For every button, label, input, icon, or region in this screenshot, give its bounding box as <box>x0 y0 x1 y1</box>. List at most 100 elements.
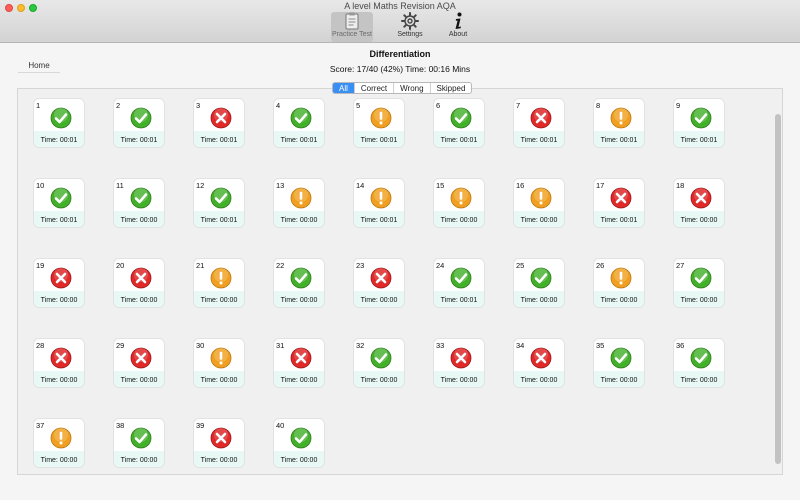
question-cell[interactable]: 40 Time: 00:00 <box>273 418 325 468</box>
question-cell[interactable]: 14 Time: 00:01 <box>353 178 405 228</box>
question-number: 30 <box>196 341 205 350</box>
question-number: 24 <box>436 261 445 270</box>
question-cell[interactable]: 17 Time: 00:01 <box>593 178 645 228</box>
question-number: 5 <box>356 101 361 110</box>
question-cell[interactable]: 8 Time: 00:01 <box>593 98 645 148</box>
question-cell[interactable]: 33 Time: 00:00 <box>433 338 485 388</box>
exclamation-icon <box>530 187 552 209</box>
question-cell[interactable]: 11 Time: 00:00 <box>113 178 165 228</box>
question-cell[interactable]: 30 Time: 00:00 <box>193 338 245 388</box>
question-time: Time: 00:01 <box>600 217 638 224</box>
question-cell[interactable]: 5 Time: 00:01 <box>353 98 405 148</box>
question-number: 37 <box>36 421 45 430</box>
question-cell[interactable]: 37 Time: 00:00 <box>33 418 85 468</box>
question-number: 28 <box>36 341 45 350</box>
checkmark-icon <box>370 347 392 369</box>
checkmark-icon <box>130 427 152 449</box>
question-time: Time: 00:00 <box>520 217 558 224</box>
practice-test-label: Practice Test <box>332 31 372 38</box>
question-cell[interactable]: 27 Time: 00:00 <box>673 258 725 308</box>
question-cell[interactable]: 21 Time: 00:00 <box>193 258 245 308</box>
question-time: Time: 00:01 <box>360 217 398 224</box>
question-cell[interactable]: 36 Time: 00:00 <box>673 338 725 388</box>
cross-icon <box>130 267 152 289</box>
question-cell[interactable]: 19 Time: 00:00 <box>33 258 85 308</box>
question-number: 29 <box>116 341 125 350</box>
question-cell[interactable]: 3 Time: 00:01 <box>193 98 245 148</box>
question-cell[interactable]: 1 Time: 00:01 <box>33 98 85 148</box>
question-cell[interactable]: 25 Time: 00:00 <box>513 258 565 308</box>
question-time: Time: 00:00 <box>120 457 158 464</box>
question-number: 15 <box>436 181 445 190</box>
question-cell[interactable]: 16 Time: 00:00 <box>513 178 565 228</box>
question-cell[interactable]: 24 Time: 00:01 <box>433 258 485 308</box>
question-cell[interactable]: 13 Time: 00:00 <box>273 178 325 228</box>
question-time: Time: 00:01 <box>200 217 238 224</box>
question-time: Time: 00:00 <box>520 377 558 384</box>
question-number: 8 <box>596 101 601 110</box>
question-cell[interactable]: 26 Time: 00:00 <box>593 258 645 308</box>
checkmark-icon <box>50 107 72 129</box>
question-time: Time: 00:00 <box>600 297 638 304</box>
cross-icon <box>690 187 712 209</box>
filter-correct[interactable]: Correct <box>355 83 395 93</box>
question-cell[interactable]: 18 Time: 00:00 <box>673 178 725 228</box>
vertical-scrollbar[interactable] <box>775 114 781 464</box>
question-cell[interactable]: 2 Time: 00:01 <box>113 98 165 148</box>
question-cell[interactable]: 6 Time: 00:01 <box>433 98 485 148</box>
question-number: 11 <box>116 181 124 190</box>
question-number: 39 <box>196 421 205 430</box>
question-cell[interactable]: 32 Time: 00:00 <box>353 338 405 388</box>
question-number: 4 <box>276 101 281 110</box>
question-cell[interactable]: 22 Time: 00:00 <box>273 258 325 308</box>
checkmark-icon <box>290 267 312 289</box>
question-time: Time: 00:00 <box>440 217 478 224</box>
question-cell[interactable]: 20 Time: 00:00 <box>113 258 165 308</box>
question-cell[interactable]: 9 Time: 00:01 <box>673 98 725 148</box>
question-cell[interactable]: 34 Time: 00:00 <box>513 338 565 388</box>
question-cell[interactable]: 23 Time: 00:00 <box>353 258 405 308</box>
gear-icon <box>401 12 419 30</box>
about-label: About <box>448 31 468 38</box>
question-cell[interactable]: 29 Time: 00:00 <box>113 338 165 388</box>
filter-skipped[interactable]: Skipped <box>431 83 472 93</box>
question-time: Time: 00:01 <box>520 137 558 144</box>
cross-icon <box>290 347 312 369</box>
filter-wrong[interactable]: Wrong <box>394 83 431 93</box>
checkmark-icon <box>450 267 472 289</box>
question-cell[interactable]: 31 Time: 00:00 <box>273 338 325 388</box>
settings-button[interactable]: Settings <box>389 12 431 42</box>
checkmark-icon <box>530 267 552 289</box>
checkmark-icon <box>210 187 232 209</box>
question-cell[interactable]: 12 Time: 00:01 <box>193 178 245 228</box>
question-time: Time: 00:00 <box>120 377 158 384</box>
question-time: Time: 00:00 <box>600 377 638 384</box>
question-cell[interactable]: 10 Time: 00:01 <box>33 178 85 228</box>
cross-icon <box>610 187 632 209</box>
checkmark-icon <box>690 267 712 289</box>
question-number: 26 <box>596 261 605 270</box>
exclamation-icon <box>370 107 392 129</box>
cross-icon <box>450 347 472 369</box>
cross-icon <box>210 427 232 449</box>
question-cell[interactable]: 15 Time: 00:00 <box>433 178 485 228</box>
filter-all[interactable]: All <box>333 83 355 93</box>
question-time: Time: 00:00 <box>40 457 78 464</box>
exclamation-icon <box>210 347 232 369</box>
checkmark-icon <box>690 347 712 369</box>
question-cell[interactable]: 38 Time: 00:00 <box>113 418 165 468</box>
question-time: Time: 00:01 <box>40 217 78 224</box>
question-number: 32 <box>356 341 365 350</box>
question-cell[interactable]: 35 Time: 00:00 <box>593 338 645 388</box>
question-cell[interactable]: 7 Time: 00:01 <box>513 98 565 148</box>
question-cell[interactable]: 28 Time: 00:00 <box>33 338 85 388</box>
question-number: 16 <box>516 181 525 190</box>
cross-icon <box>530 347 552 369</box>
question-cell[interactable]: 39 Time: 00:00 <box>193 418 245 468</box>
about-button[interactable]: About <box>437 12 479 42</box>
practice-test-button[interactable]: Practice Test <box>331 12 373 42</box>
question-time: Time: 00:00 <box>680 217 718 224</box>
question-cell[interactable]: 4 Time: 00:01 <box>273 98 325 148</box>
question-number: 7 <box>516 101 521 110</box>
checkmark-icon <box>130 187 152 209</box>
